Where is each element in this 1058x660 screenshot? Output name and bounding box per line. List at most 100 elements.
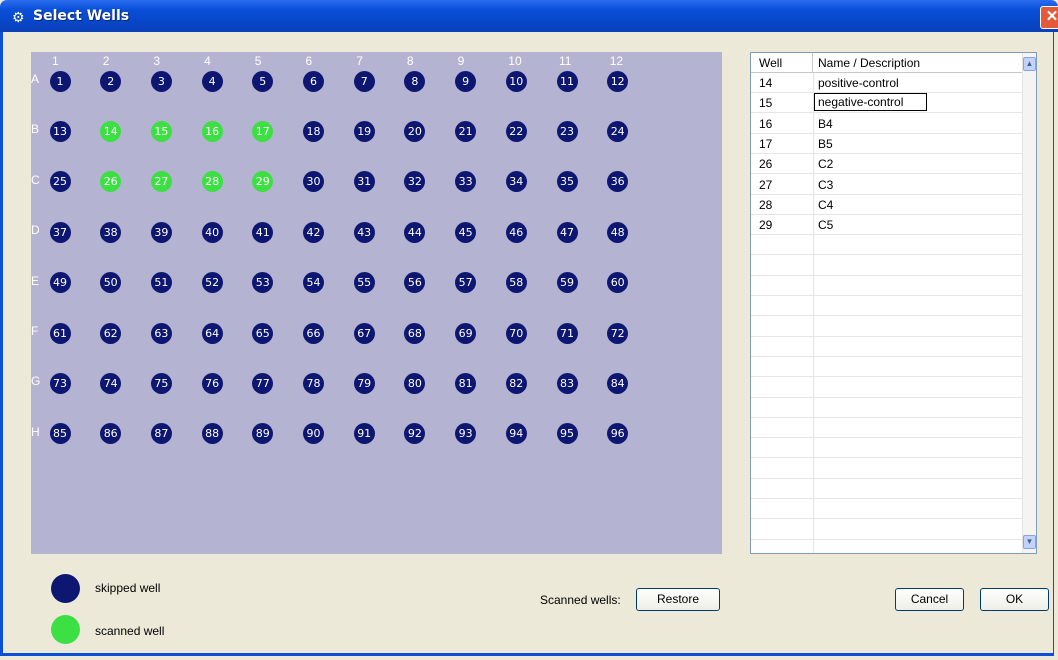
close-button[interactable]: ✕ bbox=[1040, 6, 1058, 29]
skipped-well[interactable]: 53 bbox=[252, 272, 274, 294]
table-row[interactable]: 14 positive-control bbox=[751, 73, 1025, 93]
skipped-well[interactable]: 67 bbox=[353, 322, 375, 344]
well-column-header[interactable]: Well bbox=[751, 53, 813, 73]
skipped-well[interactable]: 4 bbox=[201, 70, 223, 92]
skipped-well[interactable]: 80 bbox=[404, 372, 426, 394]
skipped-well[interactable]: 7 bbox=[353, 70, 375, 92]
skipped-well[interactable]: 87 bbox=[150, 423, 172, 445]
table-row[interactable]: 15 negative-control bbox=[751, 93, 1025, 114]
skipped-well[interactable]: 9 bbox=[455, 70, 477, 92]
skipped-well[interactable]: 77 bbox=[252, 372, 274, 394]
skipped-well[interactable]: 83 bbox=[556, 372, 578, 394]
skipped-well[interactable]: 21 bbox=[455, 120, 477, 142]
skipped-well[interactable]: 70 bbox=[505, 322, 527, 344]
name-edit-field[interactable]: negative-control bbox=[814, 93, 927, 112]
skipped-well[interactable]: 49 bbox=[49, 272, 71, 294]
skipped-well[interactable]: 41 bbox=[252, 221, 274, 243]
skipped-well[interactable]: 64 bbox=[201, 322, 223, 344]
skipped-well[interactable]: 20 bbox=[404, 120, 426, 142]
scanned-well[interactable]: 15 bbox=[150, 120, 172, 142]
skipped-well[interactable]: 24 bbox=[607, 120, 629, 142]
skipped-well[interactable]: 95 bbox=[556, 423, 578, 445]
skipped-well[interactable]: 79 bbox=[353, 372, 375, 394]
table-row[interactable] bbox=[751, 540, 1025, 553]
skipped-well[interactable]: 37 bbox=[49, 221, 71, 243]
skipped-well[interactable]: 78 bbox=[303, 372, 324, 394]
skipped-well[interactable]: 44 bbox=[404, 221, 426, 243]
cancel-button[interactable]: Cancel bbox=[895, 588, 964, 611]
table-row[interactable] bbox=[751, 296, 1025, 317]
table-row[interactable] bbox=[751, 357, 1025, 378]
skipped-well[interactable]: 81 bbox=[455, 372, 477, 394]
skipped-well[interactable]: 12 bbox=[607, 70, 629, 92]
table-row[interactable] bbox=[751, 256, 1025, 276]
skipped-well[interactable]: 84 bbox=[607, 372, 629, 394]
skipped-well[interactable]: 19 bbox=[353, 120, 375, 142]
skipped-well[interactable]: 90 bbox=[303, 423, 324, 445]
skipped-well[interactable]: 61 bbox=[49, 322, 71, 344]
skipped-well[interactable]: 69 bbox=[455, 322, 477, 344]
skipped-well[interactable]: 56 bbox=[404, 272, 426, 294]
skipped-well[interactable]: 71 bbox=[556, 322, 578, 344]
skipped-well[interactable]: 39 bbox=[150, 221, 172, 243]
skipped-well[interactable]: 92 bbox=[404, 423, 426, 445]
skipped-well[interactable]: 23 bbox=[556, 120, 578, 142]
table-row[interactable]: 26 C2 bbox=[751, 154, 1025, 175]
name-cell[interactable]: C2 bbox=[818, 154, 833, 174]
skipped-well[interactable]: 1 bbox=[49, 70, 71, 92]
skipped-well[interactable]: 35 bbox=[556, 171, 578, 193]
skipped-well[interactable]: 91 bbox=[353, 423, 375, 445]
scanned-well[interactable]: 14 bbox=[100, 120, 122, 142]
scanned-well[interactable]: 26 bbox=[100, 171, 122, 193]
table-row[interactable] bbox=[751, 378, 1025, 398]
scanned-well[interactable]: 17 bbox=[252, 120, 274, 142]
table-row[interactable] bbox=[751, 499, 1025, 520]
skipped-well[interactable]: 18 bbox=[303, 120, 324, 142]
table-row[interactable]: 16 B4 bbox=[751, 114, 1025, 134]
skipped-well[interactable]: 3 bbox=[150, 70, 172, 92]
skipped-well[interactable]: 58 bbox=[505, 272, 527, 294]
skipped-well[interactable]: 22 bbox=[505, 120, 527, 142]
skipped-well[interactable]: 2 bbox=[100, 70, 122, 92]
skipped-well[interactable]: 10 bbox=[505, 70, 527, 92]
skipped-well[interactable]: 63 bbox=[150, 322, 172, 344]
skipped-well[interactable]: 38 bbox=[100, 221, 122, 243]
skipped-well[interactable]: 6 bbox=[303, 70, 324, 92]
skipped-well[interactable]: 32 bbox=[404, 171, 426, 193]
skipped-well[interactable]: 62 bbox=[100, 322, 122, 344]
skipped-well[interactable]: 8 bbox=[404, 70, 426, 92]
table-row[interactable] bbox=[751, 418, 1025, 439]
table-row[interactable]: 27 C3 bbox=[751, 175, 1025, 195]
table-row[interactable] bbox=[751, 317, 1025, 337]
table-row[interactable] bbox=[751, 276, 1025, 296]
skipped-well[interactable]: 75 bbox=[150, 372, 172, 394]
skipped-well[interactable]: 5 bbox=[252, 70, 274, 92]
skipped-well[interactable]: 31 bbox=[353, 171, 375, 193]
skipped-well[interactable]: 94 bbox=[505, 423, 527, 445]
name-cell[interactable]: C3 bbox=[818, 175, 833, 195]
restore-button[interactable]: Restore bbox=[636, 588, 720, 611]
skipped-well[interactable]: 34 bbox=[505, 171, 527, 193]
skipped-well[interactable]: 55 bbox=[353, 272, 375, 294]
skipped-well[interactable]: 25 bbox=[49, 171, 71, 193]
skipped-well[interactable]: 66 bbox=[303, 322, 324, 344]
table-row[interactable] bbox=[751, 438, 1025, 459]
name-cell[interactable]: positive-control bbox=[818, 73, 899, 93]
skipped-well[interactable]: 73 bbox=[49, 372, 71, 394]
skipped-well[interactable]: 51 bbox=[150, 272, 172, 294]
table-row[interactable]: 17 B5 bbox=[751, 134, 1025, 154]
table-row[interactable] bbox=[751, 398, 1025, 418]
scanned-well[interactable]: 28 bbox=[201, 171, 223, 193]
scanned-well[interactable]: 29 bbox=[252, 171, 274, 193]
skipped-well[interactable]: 52 bbox=[201, 272, 223, 294]
chevron-up-icon[interactable]: ▲ bbox=[1023, 57, 1036, 71]
skipped-well[interactable]: 60 bbox=[607, 272, 629, 294]
skipped-well[interactable]: 11 bbox=[556, 70, 578, 92]
name-cell[interactable]: C5 bbox=[818, 215, 833, 235]
skipped-well[interactable]: 86 bbox=[100, 423, 122, 445]
skipped-well[interactable]: 42 bbox=[303, 221, 324, 243]
table-row[interactable] bbox=[751, 337, 1025, 357]
skipped-well[interactable]: 54 bbox=[303, 272, 324, 294]
table-row[interactable] bbox=[751, 520, 1025, 540]
skipped-well[interactable]: 89 bbox=[252, 423, 274, 445]
